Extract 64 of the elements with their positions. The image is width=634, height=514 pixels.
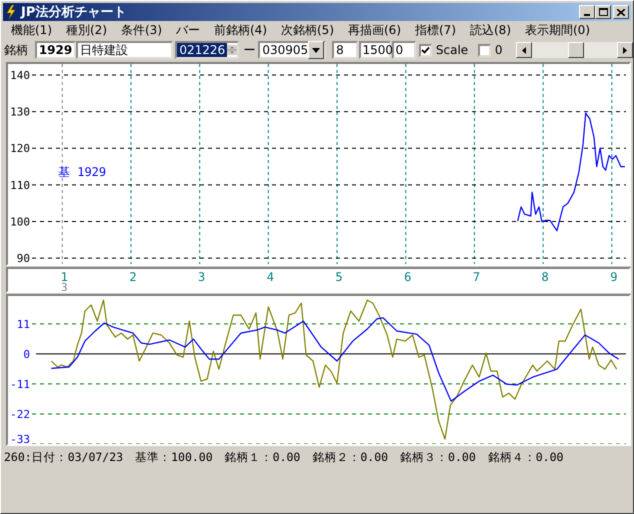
axis-label: 4	[266, 270, 274, 284]
menu-item[interactable]: 種別(2)	[59, 22, 114, 38]
status-text: 260:日付：03/07/23	[4, 450, 124, 464]
axis-label: 120	[10, 142, 30, 156]
axis-label: 7	[472, 270, 480, 284]
minimize-button[interactable]	[579, 5, 595, 19]
status-text: 基準：100.00	[135, 450, 213, 464]
status-text: 銘柄３：0.00	[400, 450, 476, 464]
date-combo-box[interactable]: 030905	[258, 41, 326, 59]
axis-label: 140	[10, 69, 30, 82]
menu-item[interactable]: 再描画(6)	[341, 22, 408, 38]
axis-label: -22	[10, 408, 30, 421]
field-label: 銘柄	[4, 42, 29, 58]
menu-item[interactable]: 読込(8)	[463, 22, 518, 38]
axis-label: 100	[10, 216, 30, 228]
axis-label: 110	[10, 178, 30, 192]
axis-label: 130	[10, 106, 30, 119]
date-spin-field[interactable]: 021226	[175, 41, 240, 59]
checkbox[interactable]	[418, 44, 432, 56]
axis-label: 1	[60, 270, 68, 284]
window-title: JP法分析チャート	[21, 4, 128, 21]
menu-item[interactable]: バー	[169, 22, 207, 38]
number-field[interactable]: 0	[392, 41, 416, 59]
checkbox-label: 0	[494, 43, 502, 57]
axis-label: 6	[404, 270, 412, 284]
number-field[interactable]: 8	[332, 41, 358, 59]
axis-label: 9	[610, 270, 618, 284]
checkbox[interactable]	[478, 44, 491, 56]
code-field[interactable]: 1929	[34, 41, 76, 59]
left-arrow-icon[interactable]	[522, 46, 526, 54]
axis-label: 5	[335, 270, 343, 284]
menu-item[interactable]: 表示期間(0)	[518, 22, 597, 38]
scrollbar-thumb[interactable]	[568, 42, 584, 58]
axis-label: -11	[10, 378, 30, 391]
axis-label: 3	[198, 270, 206, 284]
year-label: 3	[60, 281, 68, 291]
maximize-button[interactable]	[595, 5, 611, 19]
status-text: 銘柄４：0.00	[488, 450, 564, 464]
range-separator: ー	[243, 42, 256, 58]
status-text: 銘柄２：0.00	[312, 450, 388, 464]
close-button[interactable]	[613, 5, 629, 19]
menu-item[interactable]: 機能(1)	[4, 22, 59, 38]
menu-item[interactable]: 条件(3)	[114, 22, 169, 38]
axis-label: 0	[23, 348, 30, 361]
horizontal-scrollbar[interactable]	[516, 42, 633, 58]
menu-item[interactable]: 前銘柄(4)	[207, 22, 274, 38]
right-arrow-icon[interactable]	[623, 46, 627, 54]
axis-label: -33	[10, 433, 30, 444]
axis-label: 90	[16, 252, 30, 264]
legend-label: 基 1929	[58, 165, 106, 179]
name-field[interactable]: 日特建設	[76, 41, 174, 59]
menu-item[interactable]: 指標(7)	[408, 22, 463, 38]
axis-label: 8	[542, 270, 549, 284]
lightning-icon	[5, 5, 17, 19]
status-text: 銘柄１：0.00	[224, 450, 300, 464]
maximize-icon	[598, 8, 608, 16]
menu-item[interactable]: 次銘柄(5)	[274, 22, 341, 38]
axis-label: 11	[16, 318, 30, 331]
number-field[interactable]: 1500	[358, 41, 390, 59]
axis-label: 2	[129, 270, 137, 284]
dropdown-arrow-icon[interactable]	[312, 48, 320, 52]
spinner-arrows-icon[interactable]	[227, 43, 238, 57]
close-icon	[617, 8, 625, 16]
checkbox-label: Scale	[436, 43, 468, 57]
